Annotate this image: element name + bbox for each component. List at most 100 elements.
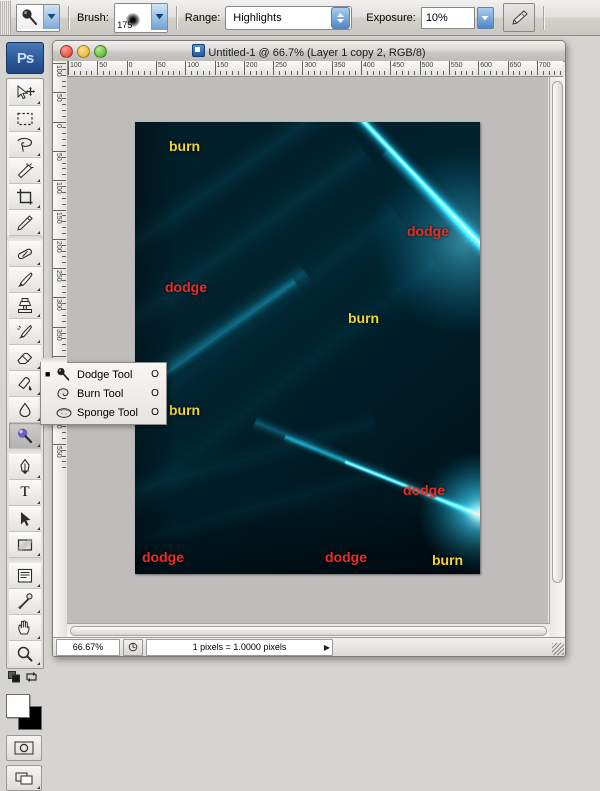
ruler-tick bbox=[53, 92, 66, 93]
active-tool-preset-picker[interactable] bbox=[16, 4, 60, 32]
ruler-minor-tick bbox=[62, 274, 66, 275]
ruler-label: 100 bbox=[54, 65, 62, 77]
ruler-minor-tick bbox=[267, 71, 268, 75]
ruler-minor-tick bbox=[115, 71, 116, 75]
ruler-minor-tick bbox=[62, 262, 66, 263]
lasso-tool-button[interactable] bbox=[9, 132, 41, 158]
hand-tool-button[interactable] bbox=[9, 615, 41, 641]
screen-mode-button[interactable] bbox=[6, 765, 42, 791]
vertical-scrollbar-thumb[interactable] bbox=[552, 81, 563, 583]
horizontal-scrollbar[interactable] bbox=[67, 623, 550, 638]
marquee-tool-button[interactable] bbox=[9, 106, 41, 132]
brush-label: Brush: bbox=[77, 12, 109, 24]
exposure-input[interactable]: 10% bbox=[421, 7, 475, 29]
ruler-minor-tick bbox=[62, 186, 66, 187]
flyout-item-sponge-tool[interactable]: Sponge Tool O bbox=[41, 403, 166, 422]
artwork-label-dodge: dodge bbox=[407, 223, 449, 239]
zoom-tool-button[interactable] bbox=[9, 641, 41, 666]
flyout-item-label: Dodge Tool bbox=[77, 369, 148, 381]
crop-tool-button[interactable] bbox=[9, 184, 41, 210]
dodge-tool-button[interactable] bbox=[9, 423, 41, 449]
ruler-tick bbox=[302, 61, 303, 75]
ruler-minor-tick bbox=[144, 71, 145, 75]
gradient-tool-button[interactable] bbox=[9, 371, 41, 397]
ruler-minor-tick bbox=[531, 71, 532, 75]
tool-options-corner-icon bbox=[37, 314, 40, 317]
ruler-label: 600 bbox=[480, 62, 492, 70]
ruler-minor-tick bbox=[91, 71, 92, 75]
tool-options-corner-icon bbox=[37, 127, 40, 130]
ruler-minor-tick bbox=[62, 192, 66, 193]
tool-options-corner-icon bbox=[37, 662, 40, 665]
status-info[interactable]: 1 pixels = 1.0000 pixels ▶ bbox=[146, 639, 333, 656]
ruler-minor-tick bbox=[74, 71, 75, 75]
path-selection-tool-button[interactable] bbox=[9, 506, 41, 532]
divider bbox=[68, 6, 69, 30]
notes-tool-button[interactable] bbox=[9, 563, 41, 589]
ruler-label: 350 bbox=[54, 329, 62, 341]
ruler-label: 250 bbox=[275, 62, 287, 70]
close-button[interactable] bbox=[60, 45, 73, 58]
flyout-item-dodge-tool[interactable]: ■ Dodge Tool O bbox=[41, 365, 166, 384]
tool-options-corner-icon bbox=[37, 444, 40, 447]
horizontal-scrollbar-thumb[interactable] bbox=[70, 626, 547, 636]
document-titlebar[interactable]: Untitled-1 @ 66.7% (Layer 1 copy 2, RGB/… bbox=[53, 41, 565, 62]
ruler-label: 0 bbox=[129, 62, 133, 70]
ruler-minor-tick bbox=[297, 71, 298, 75]
brush-picker[interactable]: 175 bbox=[114, 3, 168, 33]
rectangle-tool-button[interactable] bbox=[9, 532, 41, 558]
flyout-item-burn-tool[interactable]: Burn Tool O bbox=[41, 384, 166, 403]
swap-colors-icon[interactable] bbox=[25, 671, 38, 686]
options-bar-grip[interactable] bbox=[0, 1, 11, 34]
pen-tool-button[interactable] bbox=[9, 454, 41, 480]
ruler-label: 150 bbox=[54, 212, 62, 224]
move-tool-button[interactable] bbox=[9, 80, 41, 106]
ruler-minor-tick bbox=[455, 71, 456, 75]
ruler-minor-tick bbox=[279, 71, 280, 75]
eyedropper-tool-button[interactable] bbox=[9, 589, 41, 615]
ruler-minor-tick bbox=[379, 71, 380, 75]
tool-options-corner-icon bbox=[37, 179, 40, 182]
ruler-minor-tick bbox=[62, 110, 66, 111]
tool-preset-chevron-down-icon[interactable] bbox=[43, 5, 59, 29]
exposure-chevron-down-icon[interactable] bbox=[477, 7, 494, 29]
ruler-tick bbox=[478, 61, 479, 75]
resize-grip[interactable] bbox=[552, 643, 564, 655]
slice-tool-button[interactable] bbox=[9, 210, 41, 236]
vertical-scrollbar[interactable] bbox=[549, 77, 565, 638]
tool-options-corner-icon bbox=[37, 553, 40, 556]
history-brush-tool-button[interactable] bbox=[9, 319, 41, 345]
tool-flyout-menu[interactable]: ■ Dodge Tool O Burn Tool O bbox=[40, 362, 167, 425]
artboard[interactable]: burndodgedodgeburnburndodgedodgedodgebur… bbox=[135, 122, 480, 574]
eraser-tool-button[interactable] bbox=[9, 345, 41, 371]
tool-options-corner-icon bbox=[37, 231, 40, 234]
status-info-arrow-icon[interactable]: ▶ bbox=[324, 643, 330, 652]
ruler-minor-tick bbox=[396, 71, 397, 75]
type-tool-button[interactable]: T bbox=[9, 480, 41, 506]
ruler-minor-tick bbox=[314, 71, 315, 75]
airbrush-toggle-button[interactable] bbox=[503, 3, 535, 32]
tool-options-corner-icon bbox=[37, 584, 40, 587]
healing-brush-tool-button[interactable] bbox=[9, 241, 41, 267]
blur-tool-button[interactable] bbox=[9, 397, 41, 423]
zoom-button[interactable] bbox=[94, 45, 107, 58]
range-select[interactable]: Highlights bbox=[225, 6, 352, 30]
zoom-level-input[interactable]: 66.67% bbox=[56, 639, 120, 656]
type-tool-icon: T bbox=[20, 484, 29, 501]
minimize-button[interactable] bbox=[77, 45, 90, 58]
default-colors-icon[interactable] bbox=[8, 671, 22, 686]
clone-stamp-tool-button[interactable] bbox=[9, 293, 41, 319]
brush-tool-button[interactable] bbox=[9, 267, 41, 293]
ruler-label: 150 bbox=[217, 62, 229, 70]
ruler-minor-tick bbox=[549, 71, 550, 75]
quick-mask-mode-button[interactable] bbox=[6, 735, 42, 761]
artwork-label-burn: burn bbox=[169, 402, 200, 418]
ruler-minor-tick bbox=[496, 71, 497, 75]
brush-chevron-down-icon[interactable] bbox=[151, 4, 167, 30]
magic-wand-tool-button[interactable] bbox=[9, 158, 41, 184]
range-stepper-icon[interactable] bbox=[331, 7, 350, 29]
proxy-preview-button[interactable] bbox=[123, 639, 143, 656]
horizontal-ruler[interactable]: 1005005010015020025030035040045050055060… bbox=[66, 61, 563, 77]
ruler-minor-tick bbox=[62, 286, 66, 287]
ruler-tick bbox=[53, 444, 66, 445]
